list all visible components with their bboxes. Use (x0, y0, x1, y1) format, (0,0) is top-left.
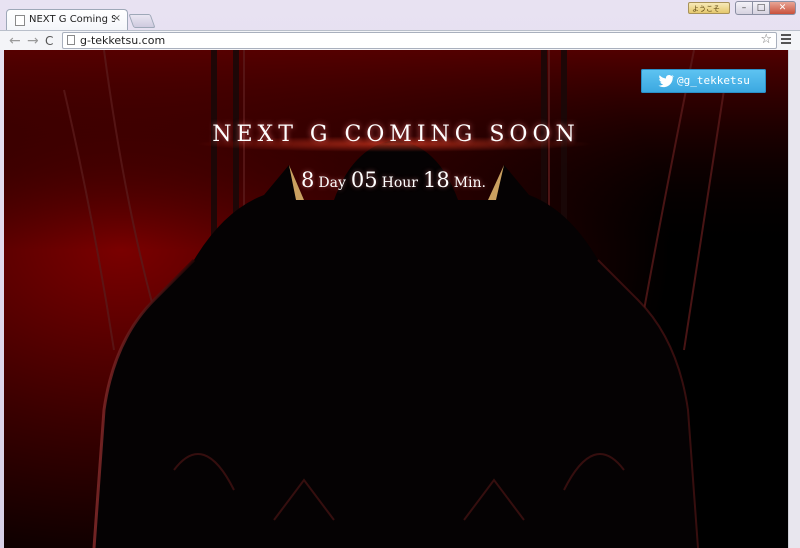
countdown-days: 8 (301, 168, 315, 192)
tab-strip: NEXT G Coming Soon × ようこそ – □ ✕ (0, 0, 800, 30)
countdown-days-unit: Day (318, 175, 346, 191)
reload-icon[interactable]: C (45, 33, 53, 49)
vertical-scrollbar[interactable] (788, 50, 800, 548)
tab-title: NEXT G Coming Soon (29, 14, 115, 25)
address-bar[interactable]: g-tekketsu.com ☆ (62, 32, 777, 49)
menu-icon[interactable] (781, 34, 791, 46)
close-window-button[interactable]: ✕ (769, 1, 796, 15)
countdown-hours: 05 (350, 168, 378, 192)
countdown-hours-unit: Hour (381, 175, 418, 191)
countdown-minutes: 18 (422, 168, 450, 192)
page-icon (67, 35, 75, 45)
twitter-follow-button[interactable]: @g_tekketsu (641, 69, 766, 93)
twitter-handle[interactable]: @g_tekketsu (677, 69, 750, 93)
forward-arrow-icon[interactable]: → (27, 33, 39, 49)
twitter-bird-icon (658, 74, 675, 88)
page-favicon-icon (15, 15, 25, 26)
url-text[interactable]: g-tekketsu.com (80, 34, 165, 47)
back-arrow-icon[interactable]: ← (9, 33, 21, 49)
page-headline: NEXT G COMING SOON (212, 122, 580, 147)
toolbar: ← → C g-tekketsu.com ☆ (0, 30, 800, 50)
browser-window: NEXT G Coming Soon × ようこそ – □ ✕ ← → C g-… (0, 0, 800, 548)
tab-close-icon[interactable]: × (113, 13, 121, 24)
star-icon[interactable]: ☆ (760, 32, 772, 47)
tab-active[interactable]: NEXT G Coming Soon × (6, 9, 128, 30)
maximize-button[interactable]: □ (752, 1, 770, 15)
minimize-button[interactable]: – (735, 1, 753, 15)
profile-button[interactable]: ようこそ (688, 2, 730, 14)
page-viewport: NEXT G COMING SOON 8 Day 05 Hour 18 Min. @g_t… (4, 50, 788, 548)
countdown-minutes-unit: Min. (453, 175, 486, 191)
countdown-timer: 8 Day 05 Hour 18 Min. (4, 168, 788, 192)
new-tab-button[interactable] (128, 14, 156, 28)
